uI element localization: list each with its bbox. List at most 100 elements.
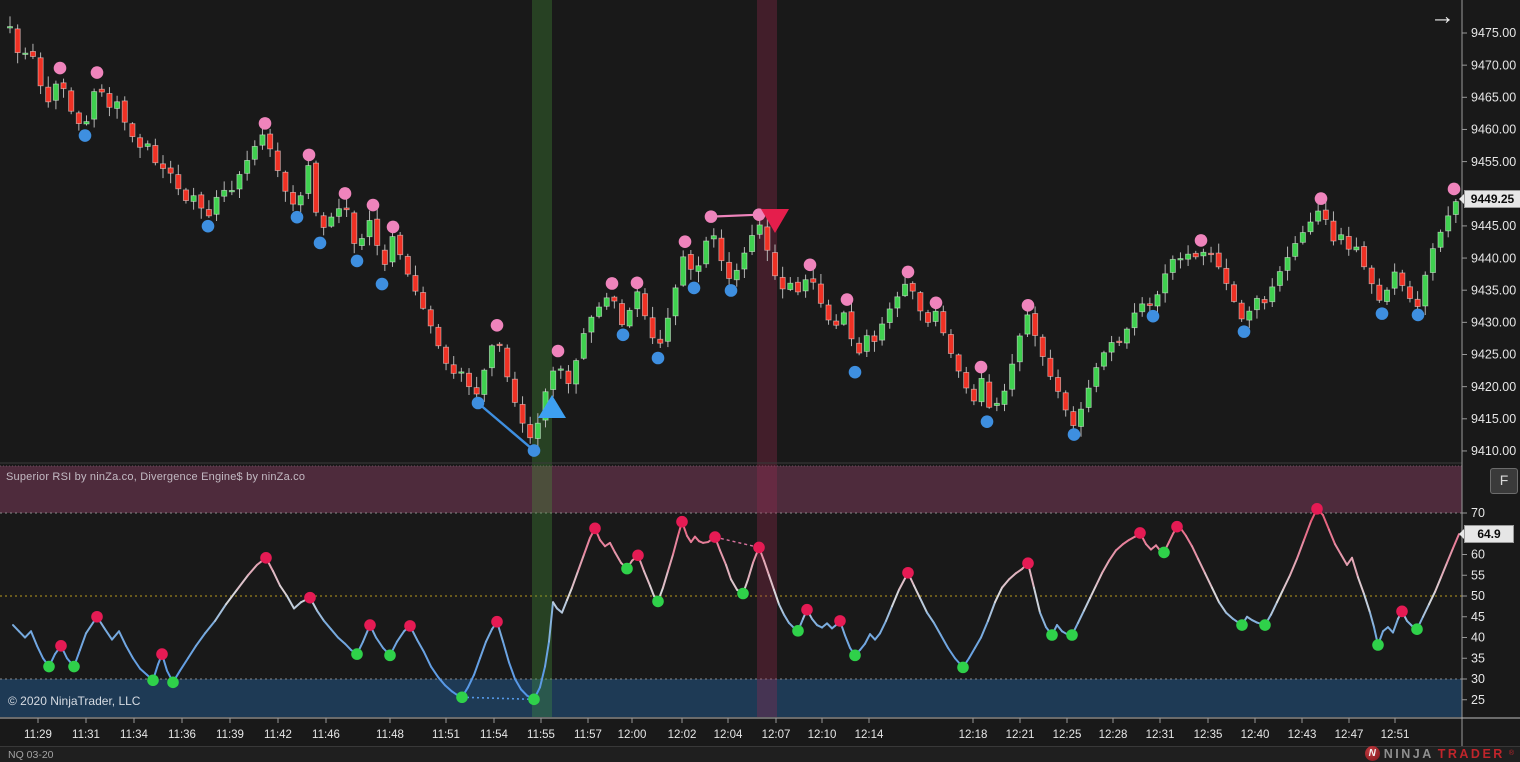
candle: [1284, 257, 1291, 271]
candle: [1055, 377, 1062, 392]
svg-text:9415.00: 9415.00: [1471, 412, 1516, 426]
candle: [511, 378, 518, 403]
last-price-badge: 9449.25: [1459, 190, 1520, 208]
candle: [481, 369, 488, 395]
svg-text:9440.00: 9440.00: [1471, 251, 1516, 265]
candle: [1238, 302, 1245, 320]
candle: [167, 167, 174, 174]
candle: [129, 123, 136, 138]
swing-low-dot: [313, 236, 327, 250]
candle: [1231, 284, 1238, 302]
candle: [810, 278, 817, 283]
svg-text:45: 45: [1471, 610, 1485, 624]
time-axis-label: 11:51: [432, 729, 460, 741]
rsi-divergence-lines: [461, 536, 760, 701]
candle: [427, 309, 434, 327]
candle: [91, 91, 98, 120]
candle: [75, 112, 82, 124]
swing-high-dot: [1194, 234, 1208, 247]
candle: [1223, 267, 1230, 284]
candle: [779, 276, 786, 290]
candle: [320, 215, 327, 228]
candle: [947, 334, 954, 354]
candle: [1406, 286, 1413, 299]
candle: [863, 335, 870, 352]
candle: [328, 216, 335, 227]
svg-text:9465.00: 9465.00: [1471, 91, 1516, 105]
fixed-scale-button[interactable]: F: [1490, 468, 1518, 494]
swing-high-dot: [386, 220, 400, 234]
candle: [1429, 248, 1436, 273]
rsi-trough-dot: [43, 660, 55, 673]
swing-high-dot: [1021, 299, 1035, 312]
swing-high-dot: [901, 265, 915, 279]
candle: [527, 424, 534, 439]
swing-high-dot: [974, 360, 988, 374]
svg-text:9445.00: 9445.00: [1471, 219, 1516, 233]
rsi-peak-dot: [902, 566, 914, 579]
candle: [1024, 314, 1031, 335]
candle: [741, 252, 748, 270]
rsi-peak-dot: [91, 610, 103, 623]
rsi-trough-dot: [167, 676, 179, 689]
swing-high-dot: [1314, 192, 1328, 205]
swing-high-dot: [338, 187, 352, 200]
swing-low-dot: [848, 365, 862, 379]
rsi-peak-dot: [260, 552, 272, 564]
candle: [1452, 201, 1459, 215]
rsi-peak-dot: [1311, 503, 1323, 515]
tab-instrument-nq-03-20[interactable]: NQ 03-20: [8, 748, 54, 762]
candle: [45, 86, 52, 103]
candle: [305, 165, 312, 194]
time-axis-label: 11:29: [24, 729, 52, 741]
candle: [114, 101, 121, 109]
svg-text:40: 40: [1471, 631, 1485, 645]
swing-high-dot: [90, 66, 104, 79]
candle: [641, 293, 648, 317]
candle: [1016, 335, 1023, 363]
scroll-to-end-arrow-icon[interactable]: →: [1430, 2, 1455, 31]
candle: [1345, 235, 1352, 250]
candle: [228, 190, 235, 193]
rsi-indicator-label: Superior RSI by ninZa.co, Divergence Eng…: [6, 471, 306, 483]
logo-ninja-text: NINJA: [1383, 746, 1434, 761]
candle: [1368, 267, 1375, 285]
candle: [664, 317, 671, 342]
swing-low-dot: [1237, 325, 1251, 338]
candle: [932, 310, 939, 322]
candle: [389, 236, 396, 263]
candle: [588, 316, 595, 333]
candle: [1093, 367, 1100, 387]
chart-canvas[interactable]: 9475.00 9470.00 9465.00 9460.00 9455.00 9445.…: [0, 0, 1520, 762]
candle: [963, 372, 970, 389]
candle: [412, 275, 419, 292]
rsi-trough-dot: [528, 693, 540, 706]
candle: [68, 90, 75, 112]
candle: [121, 100, 128, 123]
candle: [1078, 408, 1085, 427]
candle: [60, 82, 67, 90]
ninjatrader-chart-window: 9475.00 9470.00 9465.00 9460.00 9455.00 9445.…: [0, 0, 1520, 762]
candle: [351, 212, 358, 244]
swing-low-dot: [1411, 308, 1425, 322]
swing-low-dot: [201, 219, 215, 233]
candle: [703, 240, 710, 265]
rsi-trough-dot: [1236, 619, 1248, 631]
swing-low-dot: [471, 396, 485, 410]
candle: [1162, 273, 1169, 294]
candle: [802, 279, 809, 292]
time-axis-label: 12:47: [1335, 729, 1364, 741]
rsi-trough-dot: [792, 625, 804, 637]
candle: [565, 370, 572, 384]
rsi-peak-dot: [55, 640, 67, 652]
candle: [1299, 232, 1306, 243]
bearish-highlight-band: [757, 0, 777, 717]
swing-high-dot: [551, 344, 565, 358]
time-axis-label: 12:21: [1006, 729, 1035, 741]
candle: [404, 255, 411, 275]
candle: [1039, 336, 1046, 357]
candle: [22, 52, 29, 55]
rsi-trough-dot: [1411, 623, 1423, 635]
rsi-trough-dot: [621, 562, 633, 575]
candle: [335, 208, 342, 217]
